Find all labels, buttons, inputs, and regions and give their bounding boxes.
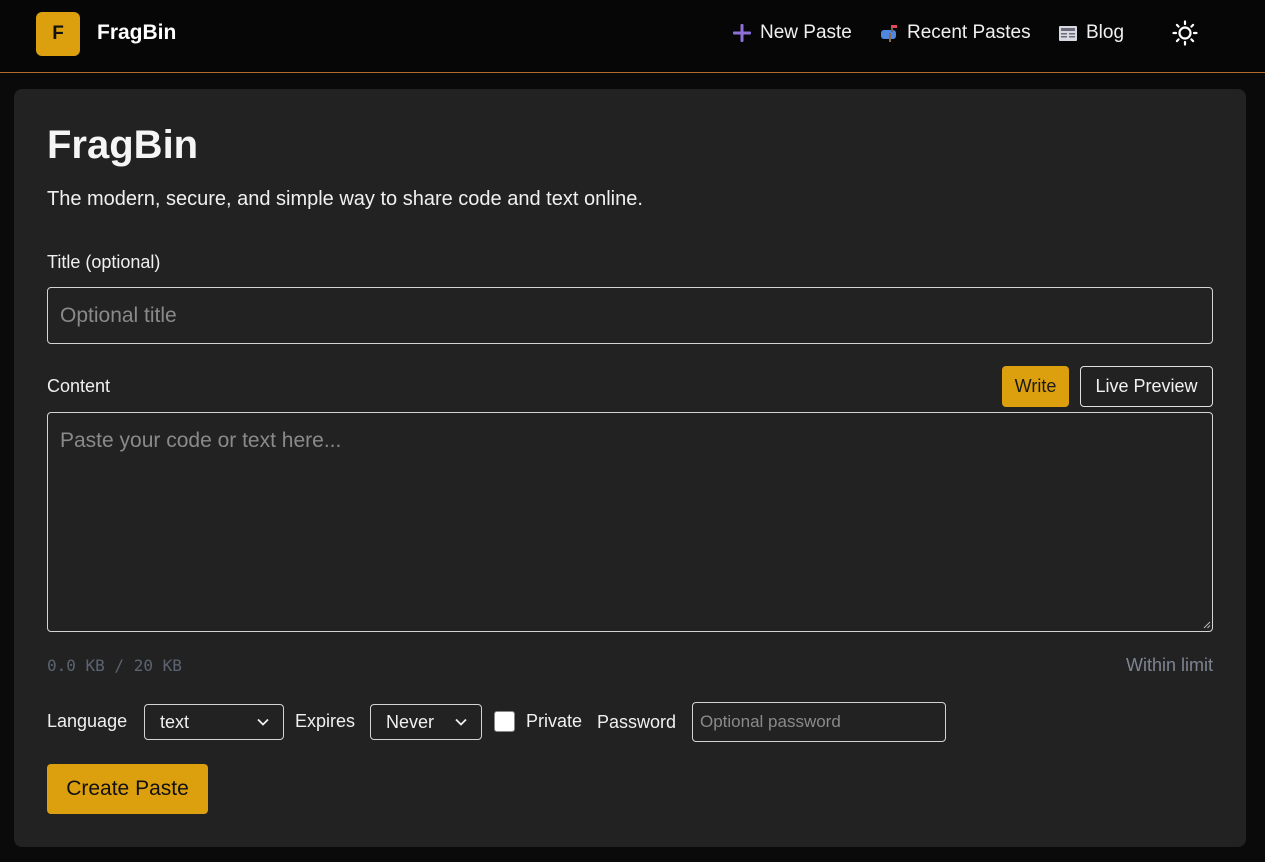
nav-item-recent-pastes[interactable]: Recent Pastes	[880, 22, 1031, 44]
password-input[interactable]	[692, 702, 946, 742]
logo-letter: F	[52, 23, 64, 44]
brand-name[interactable]: FragBin	[97, 21, 176, 45]
write-tab-button[interactable]: Write	[1002, 366, 1069, 407]
page-subtitle: The modern, secure, and simple way to sh…	[47, 188, 643, 210]
nav-item-label: Recent Pastes	[907, 22, 1031, 43]
title-field-label: Title (optional)	[47, 252, 161, 272]
paste-form-card: FragBin The modern, secure, and simple w…	[14, 89, 1246, 847]
create-paste-button[interactable]: Create Paste	[47, 764, 208, 814]
live-preview-tab-button[interactable]: Live Preview	[1080, 366, 1213, 407]
expires-select-value: Never	[386, 711, 435, 732]
language-select[interactable]: text	[144, 704, 284, 740]
nav-item-label: New Paste	[760, 22, 852, 43]
private-label: Private	[526, 711, 583, 731]
nav-item-label: Blog	[1086, 22, 1125, 43]
logo-badge[interactable]: F	[36, 12, 80, 56]
resize-handle-icon[interactable]	[1203, 621, 1211, 629]
theme-toggle-button[interactable]	[1172, 20, 1198, 46]
plus-icon	[733, 24, 751, 42]
chevron-down-icon	[455, 718, 467, 726]
page-title: FragBin	[47, 123, 199, 167]
expires-select[interactable]: Never	[370, 704, 482, 740]
private-checkbox[interactable]	[494, 711, 515, 732]
language-select-value: text	[160, 711, 190, 732]
content-textarea[interactable]	[47, 412, 1213, 632]
nav-item-new-paste[interactable]: New Paste	[732, 22, 852, 44]
size-counter: 0.0 KB / 20 KB	[47, 656, 182, 675]
password-label: Password	[597, 712, 677, 732]
sun-icon	[1172, 20, 1198, 46]
mailbox-icon	[881, 25, 897, 42]
language-label: Language	[47, 711, 128, 731]
top-navbar: F FragBin New Paste Recent Pastes Blog	[0, 0, 1265, 73]
chevron-down-icon	[257, 718, 269, 726]
nav-item-blog[interactable]: Blog	[1058, 22, 1124, 44]
title-input[interactable]	[47, 287, 1213, 344]
content-field-label: Content	[47, 376, 111, 396]
size-limit-status: Within limit	[1125, 655, 1213, 675]
expires-label: Expires	[295, 711, 356, 731]
newspaper-icon	[1059, 26, 1077, 41]
